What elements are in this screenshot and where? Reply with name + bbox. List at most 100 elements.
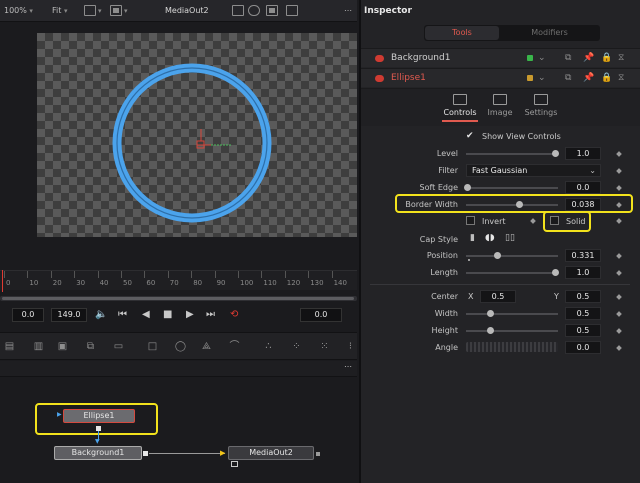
length-field[interactable]: 1.0	[565, 266, 601, 279]
reset-icon[interactable]: ⧖	[618, 74, 624, 83]
soft-edge-slider-knob[interactable]	[464, 184, 471, 191]
zoom-select[interactable]: 100% ▾	[4, 4, 33, 18]
checker-icon[interactable]	[266, 5, 278, 16]
step-back-icon[interactable]: ◀	[142, 308, 150, 322]
length-slider-knob[interactable]	[552, 269, 559, 276]
stop-icon[interactable]: ■	[163, 308, 172, 322]
tool-ellipse-icon[interactable]: ◯	[174, 341, 187, 353]
cap-flat-icon[interactable]: ▮	[470, 233, 475, 243]
background-node[interactable]: Background1	[54, 446, 142, 460]
angle-thumbwheel[interactable]	[466, 342, 558, 352]
loop-icon[interactable]: ⟲	[230, 308, 238, 322]
ruler-tick-label: 10	[29, 279, 39, 287]
current-time-field[interactable]: 0.0	[300, 308, 342, 322]
border-width-slider-knob[interactable]	[516, 201, 523, 208]
lock-icon[interactable]: 🔒	[601, 74, 612, 83]
version-icon[interactable]: ⧉	[565, 74, 571, 83]
start-time-field[interactable]: 0.0	[12, 308, 44, 322]
tool-particle-icon[interactable]: ∴	[262, 341, 275, 353]
chevron-down-icon[interactable]: ⌄	[538, 54, 546, 63]
pin-icon[interactable]: 📌	[583, 54, 594, 63]
stereo-icon[interactable]	[286, 5, 298, 16]
tool-row-background[interactable]: Background1 ⌄ ⧉ 📌 🔒 ⧖	[361, 48, 640, 67]
tool-enable-toggle[interactable]	[375, 75, 384, 82]
time-ruler[interactable]: 0 10 20 30 40 50 60 70 80 90 100 110 120 130 140	[0, 270, 357, 290]
solid-checkbox[interactable]	[550, 216, 559, 225]
lock-icon[interactable]: 🔒	[601, 54, 612, 63]
viewer-menu-icon[interactable]: ⋯	[344, 4, 353, 18]
end-time-field[interactable]: 149.0	[51, 308, 87, 322]
tool-loader-icon[interactable]: ▣	[56, 341, 69, 353]
width-label: Width	[434, 309, 458, 318]
center-y-field[interactable]: 0.5	[565, 290, 601, 303]
tool-enable-toggle[interactable]	[375, 55, 384, 62]
tab-controls[interactable]: Controls	[440, 94, 480, 117]
tab-image[interactable]: Image	[480, 94, 520, 117]
audio-icon[interactable]: 🔈	[95, 308, 107, 322]
tab-modifiers[interactable]: Modifiers	[500, 26, 599, 40]
timeline-scroll-thumb[interactable]	[2, 297, 354, 300]
filter-select[interactable]: Fast Gaussian ⌄	[466, 164, 601, 177]
height-slider-knob[interactable]	[487, 327, 494, 334]
roi-dropdown-icon[interactable]: ▾	[98, 4, 102, 18]
tool-color-swatch[interactable]	[527, 75, 533, 81]
width-slider-knob[interactable]	[487, 310, 494, 317]
tool-transform-icon[interactable]: ▭	[112, 341, 125, 353]
color-channel-icon[interactable]	[248, 5, 260, 16]
go-to-end-icon[interactable]: ⏭	[206, 308, 215, 322]
level-field[interactable]: 1.0	[565, 147, 601, 160]
tool-row-ellipse[interactable]: Ellipse1 ⌄ ⧉ 📌 🔒 ⧖	[361, 68, 640, 87]
background-output-port[interactable]	[143, 451, 148, 456]
lut-icon[interactable]	[232, 5, 244, 16]
height-field[interactable]: 0.5	[565, 324, 601, 337]
tool-background-icon[interactable]: ▤	[3, 341, 16, 353]
level-slider-knob[interactable]	[552, 150, 559, 157]
chevron-down-icon[interactable]: ⌄	[538, 74, 546, 83]
go-to-start-icon[interactable]: ⏮	[118, 308, 127, 322]
reset-icon[interactable]: ⧖	[618, 54, 624, 63]
angle-field[interactable]: 0.0	[565, 341, 601, 354]
ellipse-node[interactable]: Ellipse1	[63, 409, 135, 423]
level-slider[interactable]	[466, 153, 558, 155]
center-x-field[interactable]: 0.5	[480, 290, 516, 303]
width-field[interactable]: 0.5	[565, 307, 601, 320]
view-indicator-icon[interactable]	[231, 461, 238, 467]
tab-tools[interactable]: Tools	[425, 26, 499, 40]
invert-checkbox[interactable]	[466, 216, 475, 225]
node-editor-menu-icon[interactable]: ⋯	[344, 362, 353, 371]
checkmark-icon[interactable]: ✔	[466, 131, 474, 141]
fit-select[interactable]: Fit ▾	[52, 4, 67, 18]
roi-icon[interactable]	[84, 5, 96, 16]
tool-color-swatch[interactable]	[527, 55, 533, 61]
length-slider[interactable]	[466, 272, 558, 274]
tool-more-icon[interactable]: ⁝	[344, 341, 357, 353]
play-icon[interactable]: ▶	[186, 308, 194, 322]
position-label: Position	[426, 251, 458, 260]
width-slider[interactable]	[466, 313, 558, 315]
border-width-slider[interactable]	[466, 204, 558, 206]
position-field[interactable]: 0.331	[565, 249, 601, 262]
position-slider-knob[interactable]	[494, 252, 501, 259]
cap-round-icon[interactable]: ◖◗	[485, 233, 494, 243]
pin-icon[interactable]: 📌	[583, 74, 594, 83]
dod-icon[interactable]	[110, 5, 122, 16]
height-slider[interactable]	[466, 330, 558, 332]
tool-bspline-icon[interactable]: ⌒	[228, 341, 241, 353]
tool-polygon-icon[interactable]: ⟁	[200, 341, 213, 353]
version-icon[interactable]: ⧉	[565, 54, 571, 63]
mediaout-output-port[interactable]	[316, 452, 320, 456]
border-width-field[interactable]: 0.038	[565, 198, 601, 211]
tool-particle-render-icon[interactable]: ⁙	[318, 341, 331, 353]
position-slider[interactable]	[466, 255, 558, 257]
cap-square-icon[interactable]: ▯▯	[505, 233, 515, 243]
mediaout-node[interactable]: MediaOut2	[228, 446, 314, 460]
tool-particle-emitter-icon[interactable]: ⁘	[290, 341, 303, 353]
tool-rectangle-icon[interactable]: □	[146, 341, 159, 353]
playhead[interactable]	[2, 270, 3, 292]
tool-merge-icon[interactable]: ⧉	[84, 341, 97, 353]
soft-edge-slider[interactable]	[466, 187, 558, 189]
soft-edge-field[interactable]: 0.0	[565, 181, 601, 194]
dod-dropdown-icon[interactable]: ▾	[124, 4, 128, 18]
tab-settings[interactable]: Settings	[521, 94, 561, 117]
tool-paint-icon[interactable]: ▥	[32, 341, 45, 353]
